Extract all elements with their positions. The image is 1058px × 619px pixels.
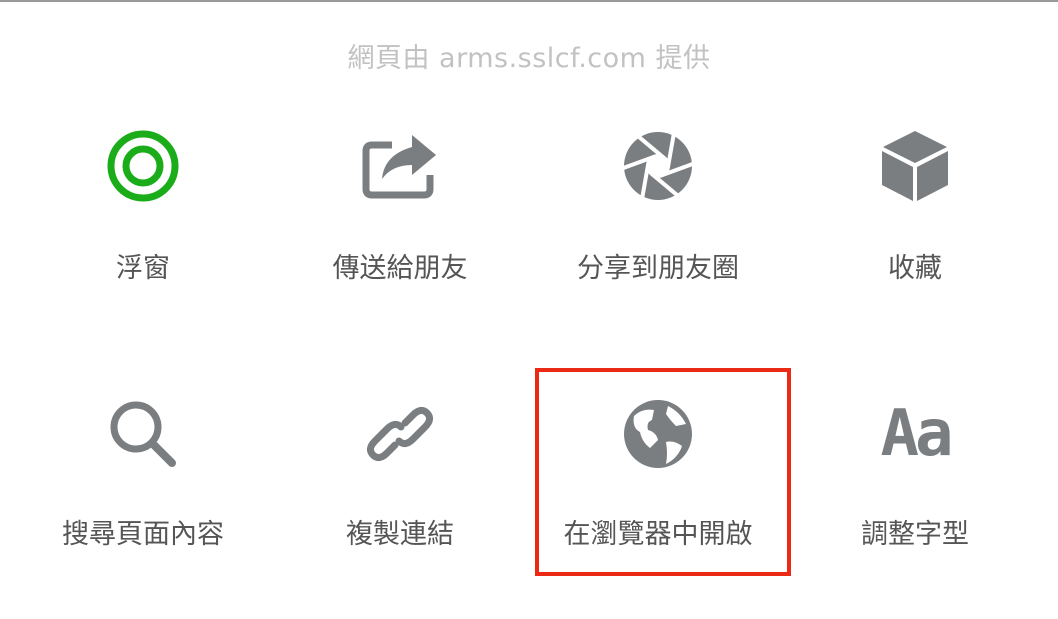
action-label: 複製連結 <box>346 519 454 550</box>
page-source-caption: 網頁由 arms.sslcf.com 提供 <box>347 43 711 74</box>
action-send-to-friend[interactable]: 傳送給朋友 <box>270 112 530 312</box>
font-size-icon: Aa <box>875 394 955 474</box>
action-label: 搜尋頁面內容 <box>62 519 224 550</box>
link-icon <box>360 394 440 474</box>
moments-aperture-icon <box>618 126 698 206</box>
floating-window-icon <box>103 126 183 206</box>
action-label: 在瀏覽器中開啟 <box>563 519 753 550</box>
action-label: 浮窗 <box>116 253 170 284</box>
share-forward-icon <box>360 126 440 206</box>
search-icon <box>103 394 183 474</box>
action-label: 傳送給朋友 <box>332 253 468 284</box>
action-copy-link[interactable]: 複製連結 <box>270 380 530 580</box>
action-favorite[interactable]: 收藏 <box>785 112 1045 312</box>
action-open-in-browser[interactable]: 在瀏覽器中開啟 <box>528 380 788 580</box>
action-share-moments[interactable]: 分享到朋友圈 <box>528 112 788 312</box>
action-adjust-font[interactable]: Aa 調整字型 <box>785 380 1045 580</box>
globe-icon <box>618 394 698 474</box>
action-label: 收藏 <box>888 253 942 284</box>
action-sheet: 網頁由 arms.sslcf.com 提供 浮窗 傳送給朋友 分享到朋友圈 收藏… <box>0 0 1058 619</box>
action-search-page[interactable]: 搜尋頁面內容 <box>13 380 273 580</box>
action-floating-window[interactable]: 浮窗 <box>13 112 273 312</box>
action-label: 分享到朋友圈 <box>577 253 739 284</box>
favorite-cube-icon <box>875 126 955 206</box>
action-label: 調整字型 <box>861 519 969 550</box>
font-size-glyph: Aa <box>880 397 953 471</box>
